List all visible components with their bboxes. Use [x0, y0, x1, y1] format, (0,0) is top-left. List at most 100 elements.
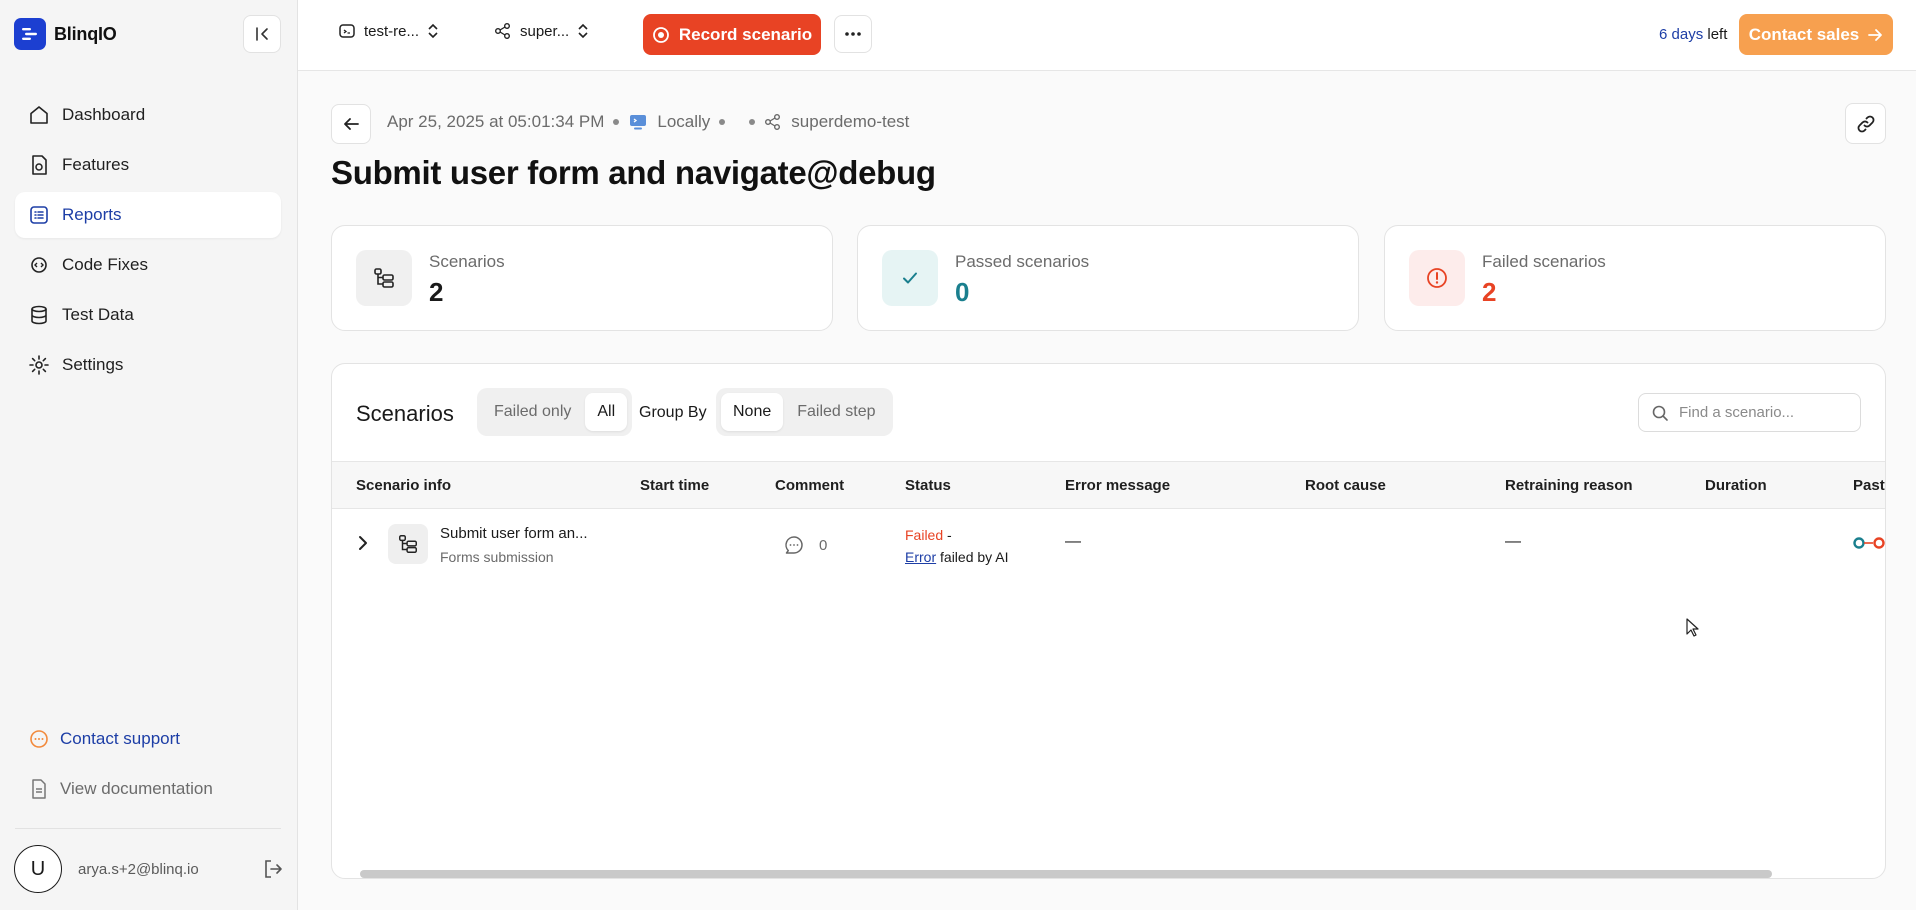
sort-chevrons-icon	[428, 23, 438, 39]
sidebar-item-label: Test Data	[62, 305, 134, 324]
environment-name: super...	[520, 22, 570, 40]
contact-sales-button[interactable]: Contact sales	[1739, 14, 1893, 55]
group-by-label: Group By	[639, 404, 707, 421]
reports-icon	[30, 206, 48, 224]
arrow-right-icon	[1868, 28, 1883, 41]
trial-days: 6 days	[1659, 26, 1704, 43]
sidebar-item-settings[interactable]: Settings	[15, 342, 281, 388]
column-header[interactable]: Retraining reason	[1505, 477, 1633, 494]
column-header[interactable]: Start time	[640, 477, 709, 494]
column-header[interactable]: Comment	[775, 477, 844, 494]
sidebar-item-label: Features	[62, 155, 130, 174]
search-icon	[1652, 405, 1668, 421]
sidebar-item-features[interactable]: Features	[15, 142, 281, 188]
report-meta: Apr 25, 2025 at 05:01:34 PM Locally supe…	[387, 112, 909, 132]
gear-icon	[29, 355, 49, 375]
sidebar: BlinqIO Dashboard Features Reports Code …	[0, 0, 298, 910]
failed-filter-toggle: Failed only All	[477, 388, 633, 436]
sidebar-item-reports[interactable]: Reports	[15, 192, 281, 238]
avatar: U	[14, 845, 62, 893]
logout-button[interactable]	[262, 858, 284, 885]
user-profile[interactable]: U arya.s+2@blinq.io	[14, 845, 199, 893]
stat-label: Passed scenarios	[955, 252, 1090, 271]
project-name: test-re...	[364, 22, 420, 40]
record-scenario-label: Record scenario	[678, 24, 813, 44]
sidebar-item-label: Reports	[62, 205, 122, 224]
comment-icon	[785, 536, 803, 554]
more-icon	[845, 32, 861, 36]
column-header[interactable]: Scenario info	[356, 477, 451, 494]
user-email: arya.s+2@blinq.io	[78, 860, 199, 878]
arrow-left-icon	[344, 118, 359, 130]
view-documentation-link[interactable]: View documentation	[28, 778, 213, 800]
environment-icon	[495, 23, 510, 39]
past-runs[interactable]	[1853, 535, 1885, 551]
horizontal-scrollbar[interactable]	[360, 870, 1772, 878]
trial-remaining: 6 days left	[1659, 26, 1727, 43]
app-name: BlinqIO	[54, 23, 117, 44]
comment-button[interactable]: 0	[783, 534, 827, 556]
sort-chevrons-icon	[578, 23, 588, 39]
page-title: Submit user form and navigate@debug	[331, 154, 936, 191]
top-bar: test-re... super... Record scenario 6 da…	[298, 0, 1916, 71]
expand-row-button[interactable]	[356, 533, 370, 558]
app-root: BlinqIO Dashboard Features Reports Code …	[0, 0, 1916, 910]
collapse-sidebar-button[interactable]	[243, 15, 281, 53]
stat-label: Scenarios	[429, 252, 505, 271]
sidebar-item-dashboard[interactable]: Dashboard	[15, 92, 281, 138]
scenario-name[interactable]: Submit user form an...	[440, 525, 588, 542]
filter-all[interactable]: All	[585, 393, 628, 431]
document-icon	[32, 779, 46, 799]
copy-link-button[interactable]	[1845, 103, 1886, 144]
contact-support-link[interactable]: Contact support	[28, 728, 180, 750]
stat-value: 2	[1482, 277, 1497, 307]
logout-icon	[265, 860, 282, 878]
stat-card-failed: Failed scenarios 2	[1384, 225, 1886, 331]
monitor-icon	[630, 115, 647, 130]
trial-suffix: left	[1707, 26, 1728, 43]
project-selector[interactable]: test-re...	[338, 22, 439, 40]
back-button[interactable]	[331, 104, 371, 144]
link-icon	[1857, 115, 1874, 132]
comment-count: 0	[819, 536, 828, 554]
code-fixes-icon	[31, 257, 47, 273]
sidebar-divider	[15, 828, 281, 829]
column-header[interactable]: Duration	[1705, 477, 1767, 494]
logo[interactable]: BlinqIO	[14, 18, 117, 50]
database-icon	[31, 305, 47, 325]
error-link[interactable]: Error	[905, 549, 936, 565]
sidebar-nav: Dashboard Features Reports Code Fixes Te…	[15, 92, 281, 392]
scenarios-panel: Scenarios Failed only All Group By None …	[331, 363, 1886, 879]
alert-icon	[1409, 250, 1465, 306]
search-placeholder: Find a scenario...	[1679, 404, 1795, 421]
environment-icon	[765, 114, 781, 130]
more-options-button[interactable]	[834, 15, 872, 53]
column-header[interactable]: Status	[905, 477, 951, 494]
sidebar-item-label: Code Fixes	[62, 255, 148, 274]
status-separator: -	[943, 527, 952, 543]
search-input[interactable]: Find a scenario...	[1638, 393, 1861, 432]
project-icon	[339, 24, 355, 38]
group-none[interactable]: None	[721, 393, 784, 431]
stat-card-scenarios: Scenarios 2	[331, 225, 833, 331]
group-failed-step[interactable]: Failed step	[785, 393, 887, 431]
scenario-icon	[388, 524, 428, 564]
column-header[interactable]: Past	[1853, 477, 1885, 494]
report-datetime: Apr 25, 2025 at 05:01:34 PM	[387, 112, 605, 131]
sidebar-item-test-data[interactable]: Test Data	[15, 292, 281, 338]
sidebar-item-code-fixes[interactable]: Code Fixes	[15, 242, 281, 288]
stat-card-passed: Passed scenarios 0	[857, 225, 1359, 331]
table-row[interactable]: Submit user form an... Forms submission …	[332, 510, 1885, 578]
run-location: Locally	[657, 112, 711, 131]
chat-icon	[30, 730, 48, 748]
environment-selector[interactable]: super...	[494, 22, 589, 40]
column-header[interactable]: Error message	[1065, 477, 1170, 494]
column-header[interactable]: Root cause	[1305, 477, 1386, 494]
record-scenario-button[interactable]: Record scenario	[643, 14, 821, 55]
table-header: Scenario info Start time Comment Status …	[332, 461, 1885, 509]
home-icon	[30, 106, 48, 124]
mouse-cursor-icon	[1686, 618, 1700, 643]
check-icon	[882, 250, 938, 306]
filter-failed-only[interactable]: Failed only	[482, 393, 583, 431]
past-runs-icon	[1853, 537, 1885, 549]
